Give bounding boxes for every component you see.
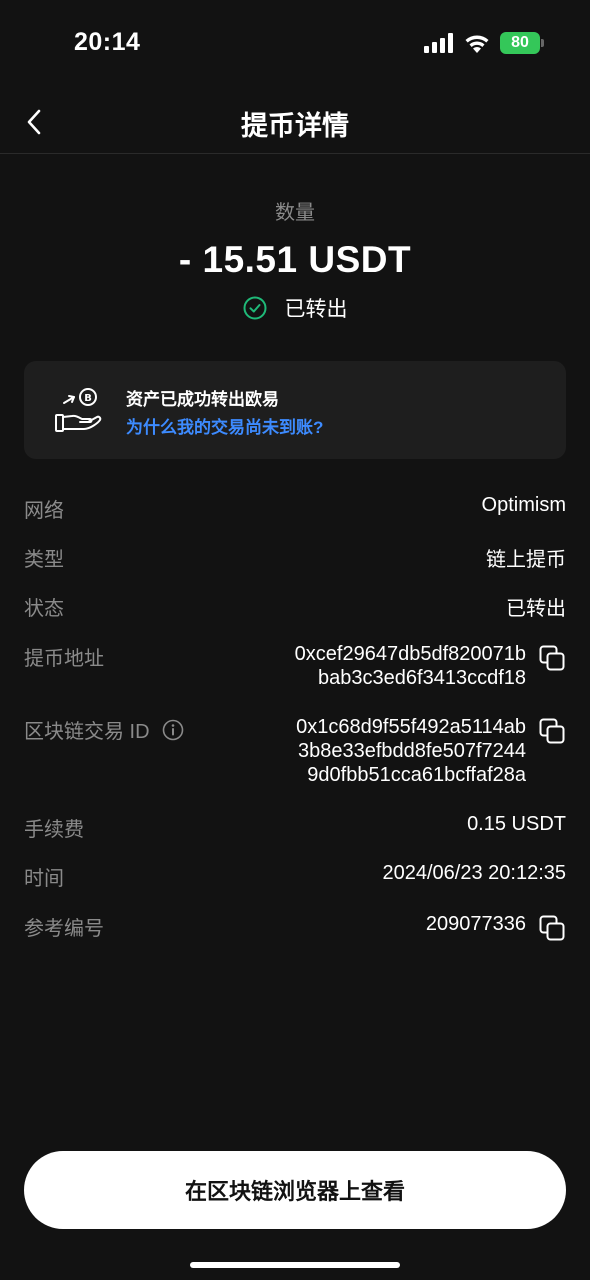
hand-coin-icon: B	[55, 388, 102, 432]
status-icons: 80	[424, 32, 544, 54]
home-indicator	[190, 1262, 400, 1268]
txid-label-text: 区块链交易 ID	[24, 721, 150, 743]
txid-label: 区块链交易 ID	[24, 715, 184, 744]
amount-value: - 15.51 USDT	[178, 239, 412, 280]
wifi-icon	[465, 35, 489, 53]
info-icon[interactable]	[162, 719, 184, 741]
txid-line: 9d0fbb51cca61bcffaf28a	[307, 764, 526, 786]
page-title: 提币详情	[241, 111, 349, 141]
address-line: 0xcef29647db5df820071b	[294, 643, 526, 665]
type-value: 链上提币	[486, 549, 566, 571]
check-circle-icon	[243, 296, 266, 320]
view-on-explorer-button[interactable]: 在区块链浏览器上查看	[24, 1151, 566, 1229]
cellular-signal-icon	[424, 33, 453, 53]
type-label: 类型	[24, 549, 64, 571]
svg-text:B: B	[84, 393, 92, 404]
reference-label: 参考编号	[24, 918, 104, 940]
copy-reference-icon[interactable]	[538, 914, 566, 942]
network-value: Optimism	[481, 494, 566, 516]
nav-bar: 提币详情	[0, 88, 590, 154]
transfer-status-text: 已转出	[284, 298, 348, 321]
reference-row: 参考编号 209077336	[24, 912, 566, 944]
battery-icon: 80	[500, 32, 544, 54]
status-time: 20:14	[74, 28, 141, 56]
card-title: 资产已成功转出欧易	[126, 390, 279, 409]
amount-label: 数量	[275, 202, 315, 224]
time-value: 2024/06/23 20:12:35	[382, 862, 566, 884]
amount-section: 数量 - 15.51 USDT 已转出	[0, 196, 590, 323]
state-label: 状态	[24, 598, 64, 620]
txid-line: 3b8e33efbdd8fe507f7244	[297, 740, 526, 762]
copy-txid-icon[interactable]	[538, 717, 566, 745]
copy-address-icon[interactable]	[538, 644, 566, 672]
info-card: B 资产已成功转出欧易 为什么我的交易尚未到账?	[24, 361, 566, 459]
fee-value: 0.15 USDT	[467, 813, 566, 835]
battery-level: 80	[511, 34, 529, 51]
address-row: 提币地址 0xcef29647db5df820071b bab3c3ed6f34…	[24, 642, 566, 692]
address-line: bab3c3ed6f3413ccdf18	[318, 667, 526, 689]
state-value: 已转出	[506, 598, 566, 620]
txid-row: 区块链交易 ID 0x1c68d9f55f492a5114ab 3b8e33ef…	[24, 715, 566, 791]
why-not-arrived-link[interactable]: 为什么我的交易尚未到账?	[126, 413, 323, 438]
status-bar: 20:14 80	[0, 0, 590, 88]
fee-label: 手续费	[24, 819, 84, 841]
address-label: 提币地址	[24, 648, 104, 670]
txid-value: 0x1c68d9f55f492a5114ab 3b8e33efbdd8fe507…	[296, 715, 526, 787]
time-label: 时间	[24, 868, 64, 890]
reference-value: 209077336	[425, 913, 526, 935]
transfer-status: 已转出	[0, 293, 590, 323]
address-value: 0xcef29647db5df820071b bab3c3ed6f3413ccd…	[295, 642, 526, 690]
txid-line: 0x1c68d9f55f492a5114ab	[296, 716, 526, 738]
network-label: 网络	[24, 500, 64, 522]
